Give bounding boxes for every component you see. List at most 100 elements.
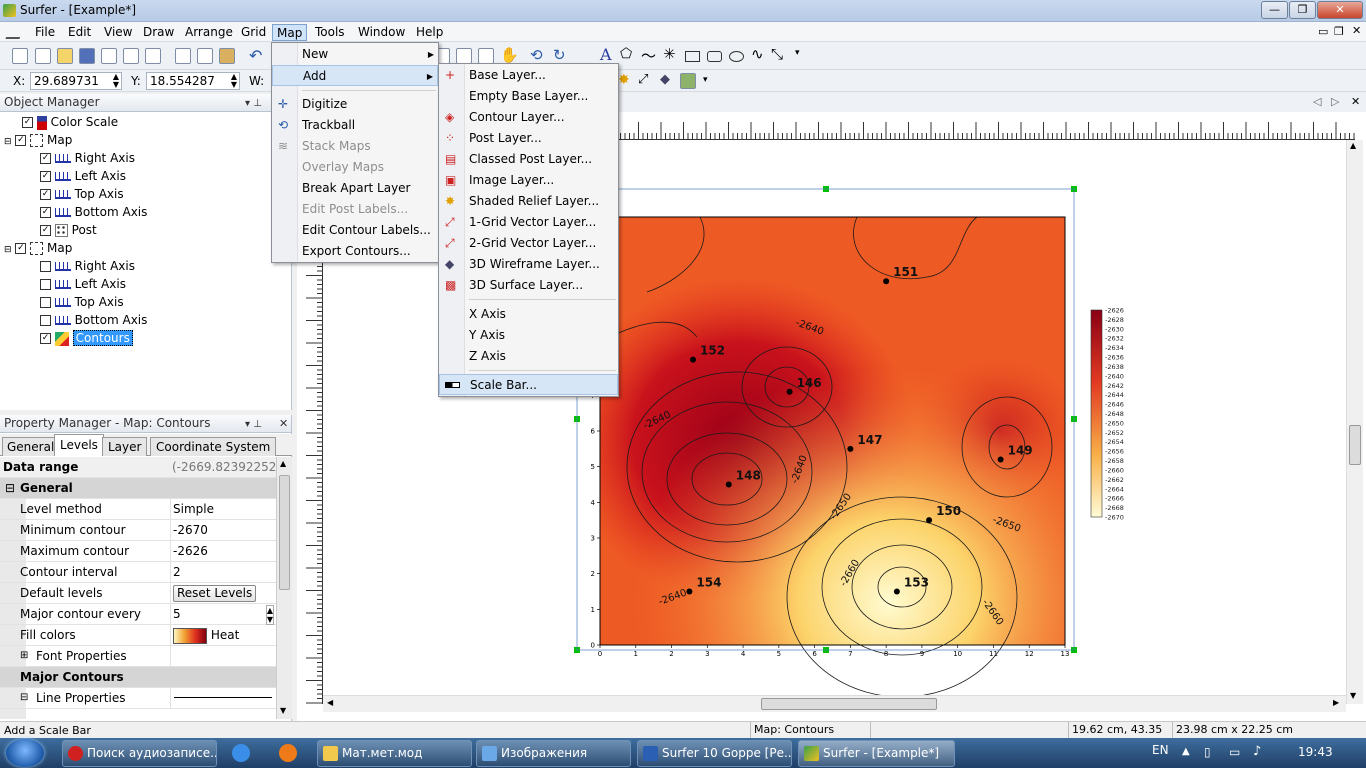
default-levels-row[interactable]: Default levels Reset Levels	[0, 583, 276, 604]
visibility-checkbox[interactable]: ✓	[40, 225, 51, 236]
y-coordinate-field[interactable]: 18.554287 ▲ ▼	[146, 72, 240, 90]
pin-icon[interactable]: ▾ ⊥	[245, 416, 262, 433]
mdi-restore-icon[interactable]: ❐	[1334, 25, 1344, 38]
menu-item-post-layer[interactable]: ⁘ Post Layer...	[439, 128, 618, 149]
tree-item-map-2[interactable]: ⊟ ✓ Map	[4, 239, 72, 257]
visibility-checkbox[interactable]: ✓	[40, 333, 51, 344]
pin-icon[interactable]: ▾ ⊥	[245, 95, 262, 112]
collapse-icon[interactable]: ⊟	[20, 688, 28, 708]
taskbar-item-word[interactable]: Surfer 10 Goppe [Ре...	[637, 740, 792, 767]
visibility-checkbox[interactable]	[40, 315, 51, 326]
prop-value[interactable]: 5	[173, 607, 181, 621]
tree-item-color-scale[interactable]: ✓ Color Scale	[22, 113, 118, 131]
image-icon[interactable]	[680, 73, 696, 89]
menu-item-add[interactable]: Add ▶	[272, 65, 438, 86]
tab-general[interactable]: General	[2, 437, 60, 456]
scroll-down-icon[interactable]: ▼	[1350, 691, 1356, 700]
volume-icon[interactable]: ♪	[1253, 744, 1261, 759]
text-icon[interactable]: A	[600, 45, 612, 64]
minimize-button[interactable]: —	[1261, 1, 1288, 19]
expand-icon[interactable]: ⊞	[20, 646, 28, 666]
print-icon[interactable]	[101, 48, 117, 64]
max-contour-row[interactable]: Maximum contour -2626	[0, 541, 276, 562]
device-icon[interactable]: ▯	[1204, 745, 1211, 759]
print-preview-icon[interactable]	[145, 48, 161, 64]
spin-icon[interactable]: ▲ ▼	[231, 73, 237, 89]
new-icon[interactable]	[12, 48, 28, 64]
menu-item-shaded-relief-layer[interactable]: ✸ Shaded Relief Layer...	[439, 191, 618, 212]
menu-item-2-grid-vector-layer[interactable]: ⤢ 2-Grid Vector Layer...	[439, 233, 618, 254]
menu-item-edit-post-labels[interactable]: Edit Post Labels...	[272, 199, 438, 220]
undo-icon[interactable]: ↶	[249, 46, 262, 65]
next-doc-icon[interactable]: ▷	[1331, 95, 1339, 108]
menu-item-stack-maps[interactable]: ≋ Stack Maps	[272, 136, 438, 157]
x-coordinate-field[interactable]: 29.689731 ▲ ▼	[30, 72, 122, 90]
prev-doc-icon[interactable]: ◁	[1313, 95, 1321, 108]
menu-item-new[interactable]: New ▶	[272, 44, 438, 65]
menu-help[interactable]: Help	[412, 24, 447, 41]
prop-value[interactable]: -2626	[170, 541, 276, 561]
firefox-icon[interactable]	[279, 744, 297, 762]
visibility-checkbox[interactable]: ✓	[15, 243, 27, 254]
new-worksheet-icon[interactable]	[35, 48, 51, 64]
toolbar-overflow-icon[interactable]: ▾	[795, 48, 800, 58]
visibility-checkbox[interactable]: ✓	[40, 171, 51, 182]
auto-redraw-icon[interactable]: ↻	[553, 46, 566, 64]
menu-item-1-grid-vector-layer[interactable]: ⤢ 1-Grid Vector Layer...	[439, 212, 618, 233]
level-method-row[interactable]: Level method Simple	[0, 499, 276, 520]
toolbar-overflow-icon[interactable]: ▾	[703, 75, 708, 85]
menu-item-z-axis[interactable]: Z Axis	[439, 346, 618, 367]
menu-item-base-layer[interactable]: + Base Layer...	[439, 65, 618, 86]
menu-item-digitize[interactable]: ✛ Digitize	[272, 94, 438, 115]
tree-item-post[interactable]: ✓ Post	[40, 221, 97, 239]
menu-view[interactable]: View	[100, 24, 136, 41]
menu-item-3d-surface-layer[interactable]: ▩ 3D Surface Layer...	[439, 275, 618, 296]
shaded-relief-icon[interactable]: ✸	[618, 72, 630, 88]
visibility-checkbox[interactable]: ✓	[40, 189, 51, 200]
tree-item-left-axis-2[interactable]: Left Axis	[40, 275, 126, 293]
prop-value[interactable]: -2670	[170, 520, 276, 540]
min-contour-row[interactable]: Minimum contour -2670	[0, 520, 276, 541]
ellipse-icon[interactable]	[729, 51, 744, 62]
visibility-checkbox[interactable]: ✓	[40, 207, 51, 218]
ie-icon[interactable]	[232, 744, 250, 762]
contour-interval-row[interactable]: Contour interval 2	[0, 562, 276, 583]
menu-edit[interactable]: Edit	[64, 24, 95, 41]
clock[interactable]: 19:43	[1298, 745, 1333, 759]
menu-item-scale-bar[interactable]: Scale Bar...	[439, 374, 618, 395]
menu-item-trackball[interactable]: ⟲ Trackball	[272, 115, 438, 136]
taskbar-item-opera[interactable]: Поиск аудиозаписе...	[62, 740, 217, 767]
menu-draw[interactable]: Draw	[139, 24, 178, 41]
language-indicator[interactable]: EN	[1152, 743, 1169, 757]
spline-icon[interactable]: ∿	[751, 45, 764, 63]
rounded-rect-icon[interactable]	[707, 51, 722, 62]
menu-item-empty-base-layer[interactable]: Empty Base Layer...	[439, 86, 618, 107]
major-contour-every-row[interactable]: Major contour every 5 ▲ ▼	[0, 604, 276, 625]
rectangle-icon[interactable]	[685, 51, 700, 62]
tree-item-bottom-axis-2[interactable]: Bottom Axis	[40, 311, 147, 329]
zoom-page-icon[interactable]	[478, 48, 494, 64]
general-section[interactable]: ⊟ General	[0, 478, 276, 499]
menu-file[interactable]: File	[31, 24, 59, 41]
menu-item-y-axis[interactable]: Y Axis	[439, 325, 618, 346]
fill-colors-cell[interactable]: Heat	[170, 625, 276, 645]
reset-levels-button[interactable]: Reset Levels	[173, 585, 257, 602]
copy-icon[interactable]	[197, 48, 213, 64]
visibility-checkbox[interactable]: ✓	[15, 135, 27, 146]
pan-icon[interactable]: ✋	[500, 46, 519, 64]
tree-item-top-axis[interactable]: ✓ Top Axis	[40, 185, 124, 203]
menu-item-classed-post-layer[interactable]: ▤ Classed Post Layer...	[439, 149, 618, 170]
color-scale-legend[interactable]: -2626-2628-2630 -2632-2634 -2636-2638-2640…	[1090, 307, 1124, 522]
scroll-thumb[interactable]	[761, 698, 937, 710]
mdi-close-icon[interactable]: ✕	[1352, 24, 1361, 37]
menu-item-image-layer[interactable]: ▣ Image Layer...	[439, 170, 618, 191]
prop-value[interactable]: 2	[170, 562, 276, 582]
close-button[interactable]: ✕	[1317, 1, 1363, 19]
menu-grid[interactable]: Grid	[237, 24, 270, 41]
export-icon[interactable]	[123, 48, 139, 64]
heat-gradient-swatch[interactable]	[173, 627, 207, 644]
tree-item-right-axis-2[interactable]: Right Axis	[40, 257, 135, 275]
tab-layer[interactable]: Layer	[102, 437, 148, 456]
vector-icon[interactable]: ⤢	[638, 72, 648, 87]
menu-item-contour-layer[interactable]: ◈ Contour Layer...	[439, 107, 618, 128]
